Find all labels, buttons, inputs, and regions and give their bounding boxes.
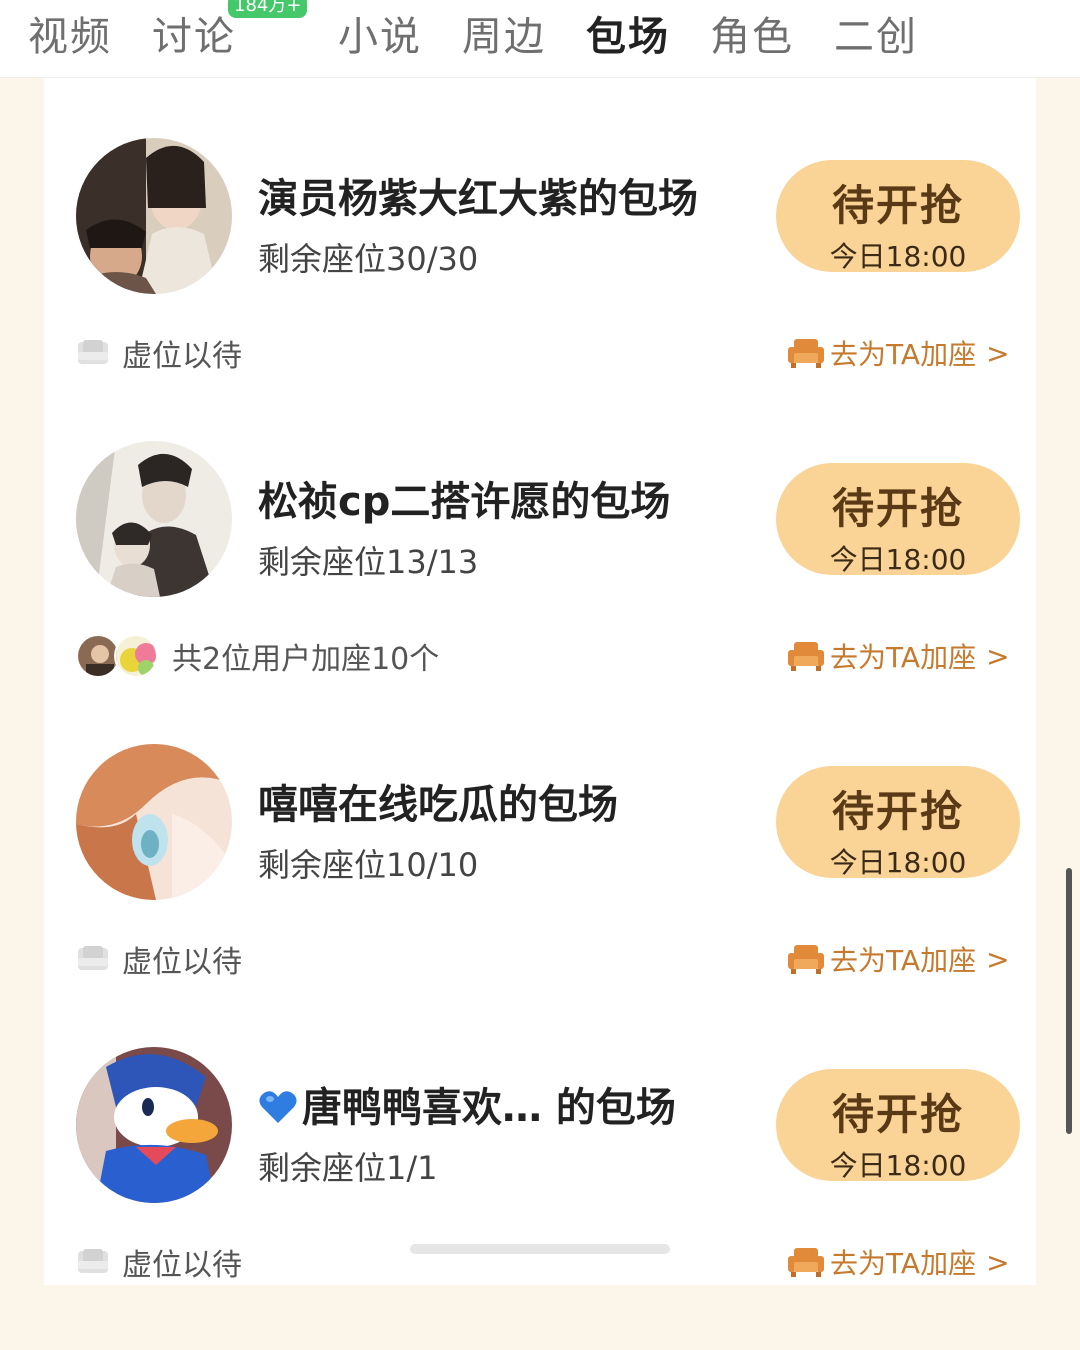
remaining-seats: 剩余座位30/30 (258, 240, 479, 278)
grab-button-time: 今日18:00 (829, 1149, 967, 1182)
grab-button[interactable]: 待开抢 今日18:00 (776, 766, 1020, 879)
tab-fan-creations[interactable]: 二创 (834, 4, 918, 62)
vertical-scrollbar[interactable] (1066, 868, 1072, 1134)
avatar[interactable] (76, 1047, 232, 1203)
add-seat-label: 去为TA加座 (830, 944, 977, 977)
blue-heart-icon (259, 1091, 297, 1123)
sofa-icon (788, 642, 824, 671)
tab-characters[interactable]: 角色 (710, 4, 794, 62)
tab-novel[interactable]: 小说 (338, 4, 422, 62)
remaining-seats: 剩余座位1/1 (258, 1149, 438, 1187)
vacant-status: 虚位以待 (76, 1240, 242, 1284)
empty-seat-icon (78, 1249, 108, 1273)
grab-button-label: 待开抢 (831, 181, 964, 230)
ink-portrait-image (76, 441, 232, 597)
avatar (114, 634, 158, 678)
tab-video[interactable]: 视频 (28, 4, 112, 62)
top-tab-bar: 视频 讨论 184万+ 小说 周边 包场 角色 二创 (0, 0, 1080, 78)
grab-button-label: 待开抢 (831, 787, 964, 836)
empty-seat-icon (78, 946, 108, 970)
screening-title-text: 唐鸭鸭喜欢… 的包场 (302, 1085, 676, 1131)
avatar[interactable] (76, 138, 232, 294)
add-seat-link[interactable]: 去为TA加座 > (788, 634, 1010, 678)
grab-button-time: 今日18:00 (829, 846, 967, 879)
vacant-status: 虚位以待 (76, 937, 242, 981)
grab-button-label: 待开抢 (831, 1090, 964, 1139)
vacant-label: 虚位以待 (122, 1248, 242, 1283)
vacant-label: 虚位以待 (122, 339, 242, 374)
grab-button-label: 待开抢 (831, 484, 964, 533)
seat-supporters[interactable]: 共2位用户加座10个 (76, 634, 439, 678)
add-seat-label: 去为TA加座 (830, 1247, 977, 1280)
grab-button[interactable]: 待开抢 今日18:00 (776, 1069, 1020, 1182)
list-item[interactable]: 演员杨紫大红大紫的包场 剩余座位30/30 待开抢 今日18:00 虚位以待 去… (44, 138, 1036, 441)
grab-button[interactable]: 待开抢 今日18:00 (776, 160, 1020, 273)
add-seat-label: 去为TA加座 (830, 338, 977, 371)
avatar[interactable] (76, 441, 232, 597)
screening-title: 演员杨紫大红大紫的包场 (258, 176, 698, 222)
add-seat-link[interactable]: 去为TA加座 > (788, 331, 1010, 375)
drama-still-image (76, 138, 232, 294)
tab-discussion[interactable]: 讨论 (152, 4, 236, 62)
vacant-label: 虚位以待 (122, 945, 242, 980)
list-item[interactable]: 松祯cp二搭许愿的包场 剩余座位13/13 待开抢 今日18:00 共2位用户加… (44, 441, 1036, 744)
screening-title: 松祯cp二搭许愿的包场 (258, 479, 671, 525)
tab-private-screening[interactable]: 包场 (586, 4, 670, 62)
chevron-right-icon: > (986, 942, 1010, 976)
tab-merch[interactable]: 周边 (462, 4, 546, 62)
sofa-icon (788, 945, 824, 974)
add-seat-link[interactable]: 去为TA加座 > (788, 1240, 1010, 1284)
remaining-seats: 剩余座位10/10 (258, 846, 479, 884)
empty-seat-icon (78, 340, 108, 364)
screening-list: 演员杨紫大红大紫的包场 剩余座位30/30 待开抢 今日18:00 虚位以待 去… (44, 78, 1036, 1285)
add-seat-label: 去为TA加座 (830, 641, 977, 674)
home-indicator[interactable] (410, 1244, 670, 1254)
chevron-right-icon: > (986, 1245, 1010, 1279)
screening-title: 嘻嘻在线吃瓜的包场 (258, 782, 618, 828)
chevron-right-icon: > (986, 336, 1010, 370)
grab-button[interactable]: 待开抢 今日18:00 (776, 463, 1020, 576)
sofa-icon (788, 339, 824, 368)
list-item[interactable]: 嘻嘻在线吃瓜的包场 剩余座位10/10 待开抢 今日18:00 虚位以待 去为T… (44, 744, 1036, 1047)
vacant-status: 虚位以待 (76, 331, 242, 375)
sofa-icon (788, 1248, 824, 1277)
screening-title: 唐鸭鸭喜欢… 的包场 (258, 1075, 676, 1133)
supporter-avatars (76, 634, 158, 678)
anime-avatar-image (76, 744, 232, 900)
donald-duck-image (76, 1047, 232, 1203)
grab-button-time: 今日18:00 (829, 543, 967, 576)
list-item[interactable]: 唐鸭鸭喜欢… 的包场 剩余座位1/1 待开抢 今日18:00 虚位以待 去为TA… (44, 1047, 1036, 1350)
avatar[interactable] (76, 744, 232, 900)
discussion-count-badge: 184万+ (228, 0, 308, 18)
chevron-right-icon: > (986, 639, 1010, 673)
grab-button-time: 今日18:00 (829, 240, 967, 273)
add-seat-link[interactable]: 去为TA加座 > (788, 937, 1010, 981)
remaining-seats: 剩余座位13/13 (258, 543, 479, 581)
supporter-count: 共2位用户加座10个 (172, 642, 440, 677)
